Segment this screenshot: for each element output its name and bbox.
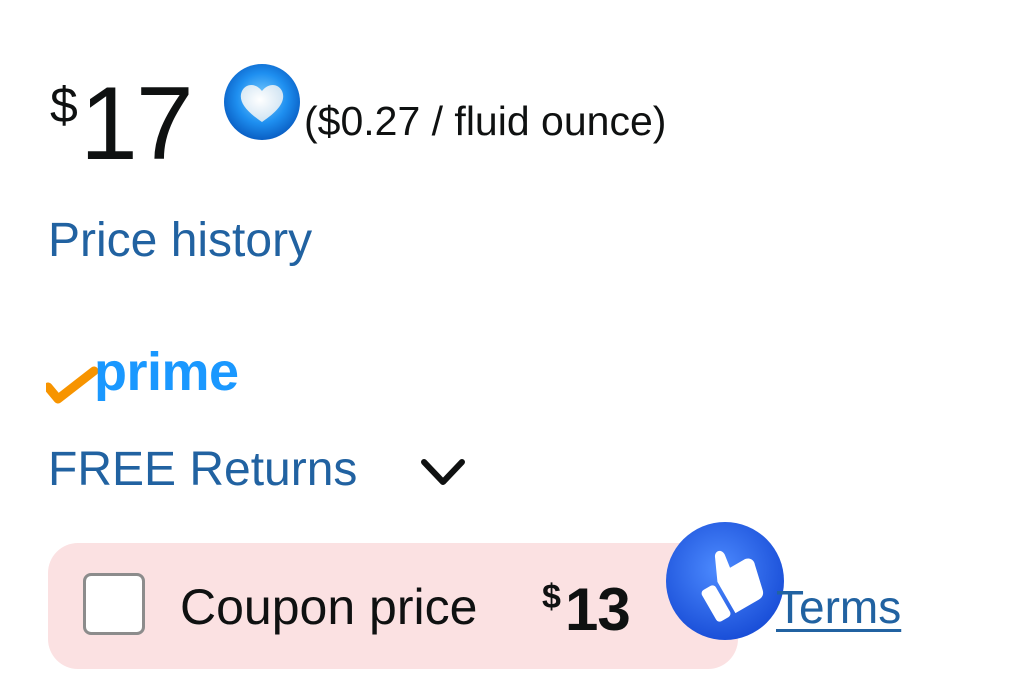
prime-logo: prime xyxy=(46,345,286,405)
coupon-checkbox[interactable] xyxy=(83,573,145,635)
unit-price: ($0.27 / fluid ounce) xyxy=(304,98,667,144)
chevron-down-icon[interactable] xyxy=(418,454,468,490)
prime-check-icon xyxy=(46,366,98,404)
price-whole: 17 xyxy=(80,66,194,182)
price-history-link[interactable]: Price history xyxy=(48,217,312,265)
prime-logo-text: prime xyxy=(94,342,239,402)
thumbs-up-icon xyxy=(666,522,784,640)
coupon-label: Coupon price xyxy=(180,579,478,635)
terms-link[interactable]: Terms xyxy=(776,584,901,630)
free-returns-link[interactable]: FREE Returns xyxy=(48,446,357,494)
heart-icon xyxy=(224,64,300,140)
coupon-currency-symbol: $ xyxy=(542,578,561,616)
price-currency-symbol: $ xyxy=(50,77,78,133)
coupon-price-value: 13 xyxy=(565,576,631,643)
